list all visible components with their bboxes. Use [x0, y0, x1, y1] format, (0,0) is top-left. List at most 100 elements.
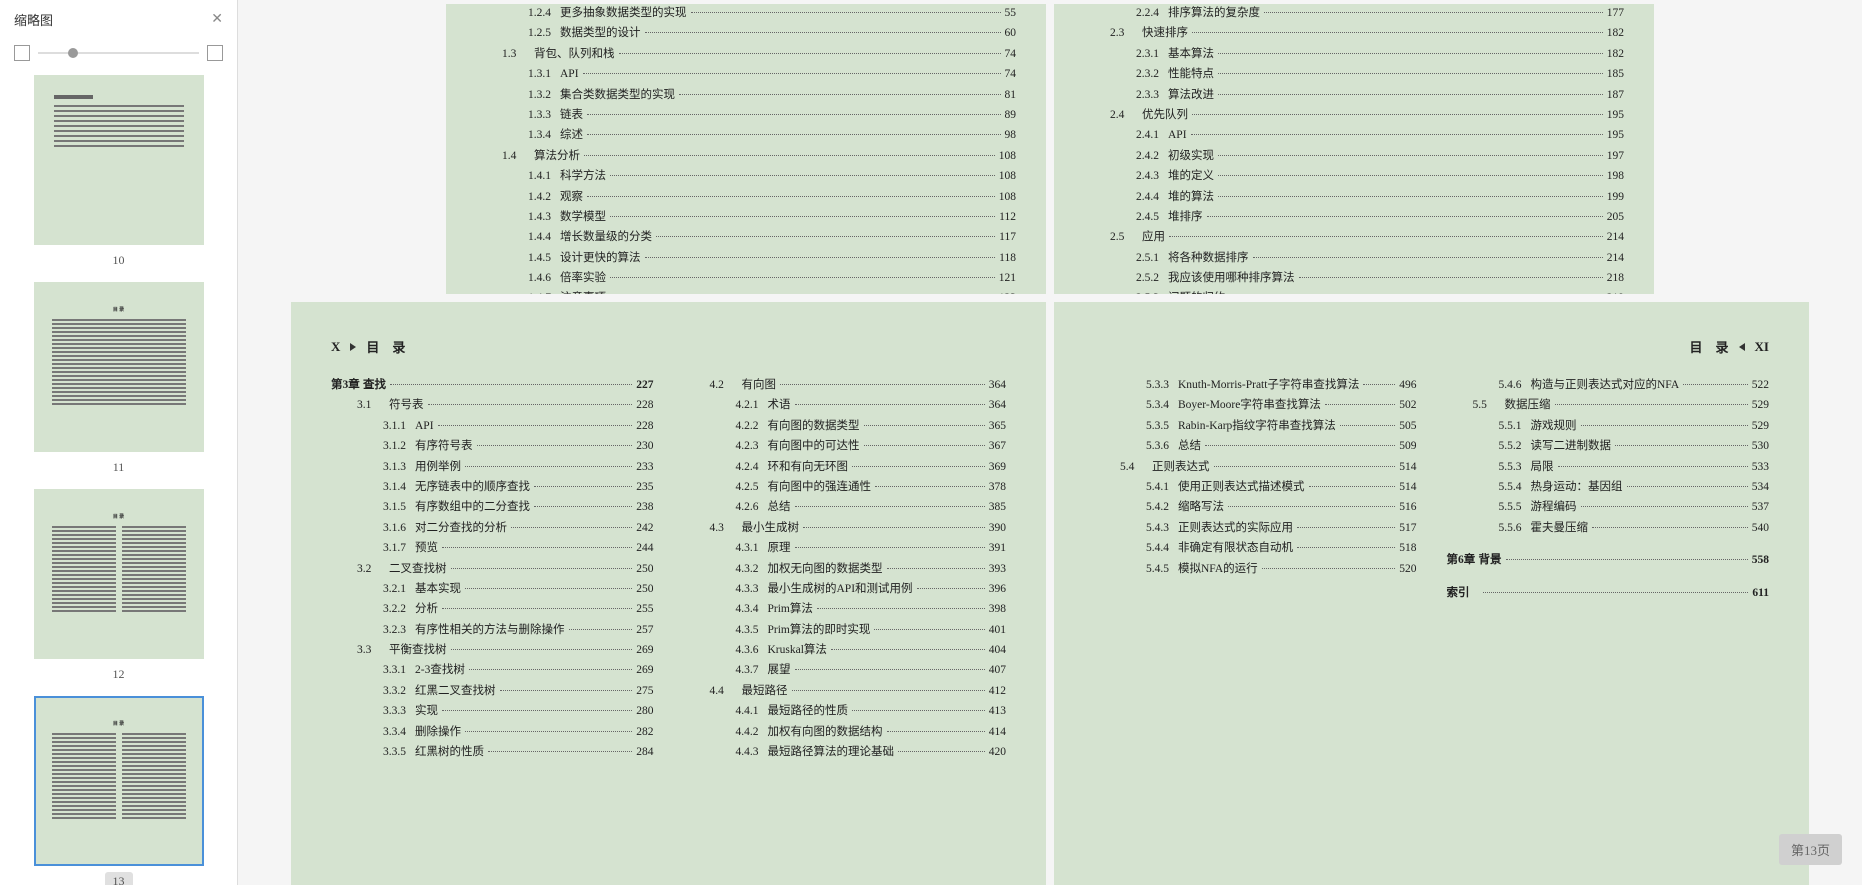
toc-entry[interactable]: 4.3.3 最小生成树的API和测试用例396: [684, 580, 1007, 598]
toc-entry[interactable]: 1.4.3 数学模型112: [476, 208, 1016, 226]
toc-entry[interactable]: 第3章 查找227: [331, 376, 654, 394]
toc-entry[interactable]: 2.4.5 堆排序205: [1084, 208, 1624, 226]
toc-entry[interactable]: 2.5.2 我应该使用哪种排序算法218: [1084, 269, 1624, 287]
toc-entry[interactable]: 5.5.6 霍夫曼压缩540: [1447, 519, 1770, 537]
toc-entry[interactable]: 4.2.3 有向图中的可达性367: [684, 437, 1007, 455]
toc-entry[interactable]: 4.3.2 加权无向图的数据类型393: [684, 560, 1007, 578]
toc-entry[interactable]: 1.3 背包、队列和栈74: [476, 45, 1016, 63]
toc-entry[interactable]: 4.3.7 展望407: [684, 661, 1007, 679]
thumbnail-size-slider[interactable]: [38, 52, 199, 54]
toc-entry[interactable]: 1.2.4 更多抽象数据类型的实现55: [476, 4, 1016, 22]
toc-entry[interactable]: 1.2.5 数据类型的设计60: [476, 24, 1016, 42]
toc-entry[interactable]: 2.4 优先队列195: [1084, 106, 1624, 124]
toc-entry[interactable]: 4.3.6 Kruskal算法404: [684, 641, 1007, 659]
toc-entry[interactable]: 2.3.1 基本算法182: [1084, 45, 1624, 63]
toc-entry[interactable]: 5.4.3 正则表达式的实际应用517: [1094, 519, 1417, 537]
toc-entry[interactable]: 4.3.1 原理391: [684, 539, 1007, 557]
toc-entry[interactable]: 5.4.1 使用正则表达式描述模式514: [1094, 478, 1417, 496]
toc-entry[interactable]: 1.4.2 观察108: [476, 188, 1016, 206]
toc-entry[interactable]: 3.2.2 分析255: [331, 600, 654, 618]
toc-entry[interactable]: 5.4 正则表达式514: [1094, 458, 1417, 476]
thumbnail-page[interactable]: 10: [0, 75, 237, 270]
toc-entry[interactable]: 3.1.1 API228: [331, 417, 654, 435]
toc-entry[interactable]: 2.4.3 堆的定义198: [1084, 167, 1624, 185]
toc-entry[interactable]: 3.3.5 红黑树的性质284: [331, 743, 654, 761]
toc-entry[interactable]: 4.3.4 Prim算法398: [684, 600, 1007, 618]
toc-entry[interactable]: 5.5.5 游程编码537: [1447, 498, 1770, 516]
toc-entry[interactable]: 3.2 二叉查找树250: [331, 560, 654, 578]
toc-entry[interactable]: 3.1 符号表228: [331, 396, 654, 414]
zoom-small-icon[interactable]: [14, 45, 30, 61]
toc-entry[interactable]: 2.3.3 算法改进187: [1084, 86, 1624, 104]
thumbnail-page[interactable]: 目 录12: [0, 489, 237, 684]
toc-entry[interactable]: 1.4.1 科学方法108: [476, 167, 1016, 185]
page-indicator[interactable]: 第13页: [1779, 834, 1842, 865]
toc-entry[interactable]: 5.3.3 Knuth-Morris-Pratt子字符串查找算法496: [1094, 376, 1417, 394]
toc-entry[interactable]: 2.5.1 将各种数据排序214: [1084, 249, 1624, 267]
toc-entry[interactable]: 4.4.1 最短路径的性质413: [684, 702, 1007, 720]
toc-entry[interactable]: 2.4.2 初级实现197: [1084, 147, 1624, 165]
thumbnail-list[interactable]: 10目 录11目 录12目 录13: [0, 67, 237, 885]
thumbnail-image[interactable]: [34, 75, 204, 245]
toc-entry[interactable]: 1.4.6 倍率实验121: [476, 269, 1016, 287]
toc-entry[interactable]: 3.3.3 实现280: [331, 702, 654, 720]
toc-entry[interactable]: 5.4.4 非确定有限状态自动机518: [1094, 539, 1417, 557]
toc-entry[interactable]: 1.4.7 注意事项123: [476, 289, 1016, 294]
toc-entry[interactable]: 5.5.2 读写二进制数据530: [1447, 437, 1770, 455]
toc-entry[interactable]: 5.3.5 Rabin-Karp指纹字符串查找算法505: [1094, 417, 1417, 435]
toc-entry[interactable]: 3.3.1 2-3查找树269: [331, 661, 654, 679]
toc-entry[interactable]: 2.4.4 堆的算法199: [1084, 188, 1624, 206]
toc-entry[interactable]: 3.1.4 无序链表中的顺序查找235: [331, 478, 654, 496]
toc-entry[interactable]: 1.4.5 设计更快的算法118: [476, 249, 1016, 267]
toc-entry[interactable]: 1.3.3 链表89: [476, 106, 1016, 124]
zoom-large-icon[interactable]: [207, 45, 223, 61]
toc-entry[interactable]: 4.3.5 Prim算法的即时实现401: [684, 621, 1007, 639]
toc-entry[interactable]: 1.3.1 API74: [476, 65, 1016, 83]
close-icon[interactable]: ✕: [211, 11, 223, 28]
toc-entry[interactable]: 3.3.4 删除操作282: [331, 723, 654, 741]
toc-entry[interactable]: 3.1.6 对二分查找的分析242: [331, 519, 654, 537]
toc-entry[interactable]: 5.3.6 总结509: [1094, 437, 1417, 455]
slider-thumb[interactable]: [68, 48, 78, 58]
toc-entry[interactable]: 4.4.2 加权有向图的数据结构414: [684, 723, 1007, 741]
toc-entry[interactable]: 5.5.1 游戏规则529: [1447, 417, 1770, 435]
toc-entry[interactable]: 4.2.5 有向图中的强连通性378: [684, 478, 1007, 496]
thumbnail-page[interactable]: 目 录13: [0, 696, 237, 885]
toc-entry[interactable]: 3.1.7 预览244: [331, 539, 654, 557]
toc-entry[interactable]: 3.1.5 有序数组中的二分查找238: [331, 498, 654, 516]
toc-entry[interactable]: 4.4 最短路径412: [684, 682, 1007, 700]
toc-entry[interactable]: 5.4.6 构造与正则表达式对应的NFA522: [1447, 376, 1770, 394]
toc-entry[interactable]: 4.2 有向图364: [684, 376, 1007, 394]
toc-entry[interactable]: 第6章 背景558: [1447, 551, 1770, 569]
toc-entry[interactable]: 4.4.3 最短路径算法的理论基础420: [684, 743, 1007, 761]
toc-entry[interactable]: 4.2.4 环和有向无环图369: [684, 458, 1007, 476]
thumbnail-image[interactable]: 目 录: [34, 696, 204, 866]
thumbnail-page[interactable]: 目 录11: [0, 282, 237, 477]
thumbnail-image[interactable]: 目 录: [34, 489, 204, 659]
toc-entry[interactable]: 2.3.2 性能特点185: [1084, 65, 1624, 83]
toc-entry[interactable]: 4.2.6 总结385: [684, 498, 1007, 516]
toc-entry[interactable]: 5.3.4 Boyer-Moore字符串查找算法502: [1094, 396, 1417, 414]
toc-entry[interactable]: 5.5.4 热身运动：基因组534: [1447, 478, 1770, 496]
toc-entry[interactable]: 2.4.1 API195: [1084, 126, 1624, 144]
toc-entry[interactable]: 2.5 应用214: [1084, 228, 1624, 246]
toc-entry[interactable]: 5.5 数据压缩529: [1447, 396, 1770, 414]
toc-entry[interactable]: 3.3.2 红黑二叉查找树275: [331, 682, 654, 700]
toc-entry[interactable]: 2.2.4 排序算法的复杂度177: [1084, 4, 1624, 22]
toc-entry[interactable]: 1.4.4 增长数量级的分类117: [476, 228, 1016, 246]
toc-entry[interactable]: 3.2.1 基本实现250: [331, 580, 654, 598]
toc-entry[interactable]: 3.3 平衡查找树269: [331, 641, 654, 659]
toc-entry[interactable]: 3.2.3 有序性相关的方法与删除操作257: [331, 621, 654, 639]
document-viewport[interactable]: 1.2.4 更多抽象数据类型的实现55 1.2.5 数据类型的设计60 1.3 背包…: [238, 0, 1862, 885]
toc-entry[interactable]: 1.3.2 集合类数据类型的实现81: [476, 86, 1016, 104]
toc-entry[interactable]: 3.1.2 有序符号表230: [331, 437, 654, 455]
toc-entry[interactable]: 4.2.1 术语364: [684, 396, 1007, 414]
toc-entry[interactable]: 5.4.2 缩略写法516: [1094, 498, 1417, 516]
toc-entry[interactable]: 3.1.3 用例举例233: [331, 458, 654, 476]
toc-entry[interactable]: 1.3.4 综述98: [476, 126, 1016, 144]
toc-entry[interactable]: 2.5.3 问题的归约219: [1084, 289, 1624, 294]
thumbnail-image[interactable]: 目 录: [34, 282, 204, 452]
toc-entry[interactable]: 4.2.2 有向图的数据类型365: [684, 417, 1007, 435]
toc-entry[interactable]: 4.3 最小生成树390: [684, 519, 1007, 537]
toc-entry[interactable]: 索引611: [1447, 584, 1770, 602]
